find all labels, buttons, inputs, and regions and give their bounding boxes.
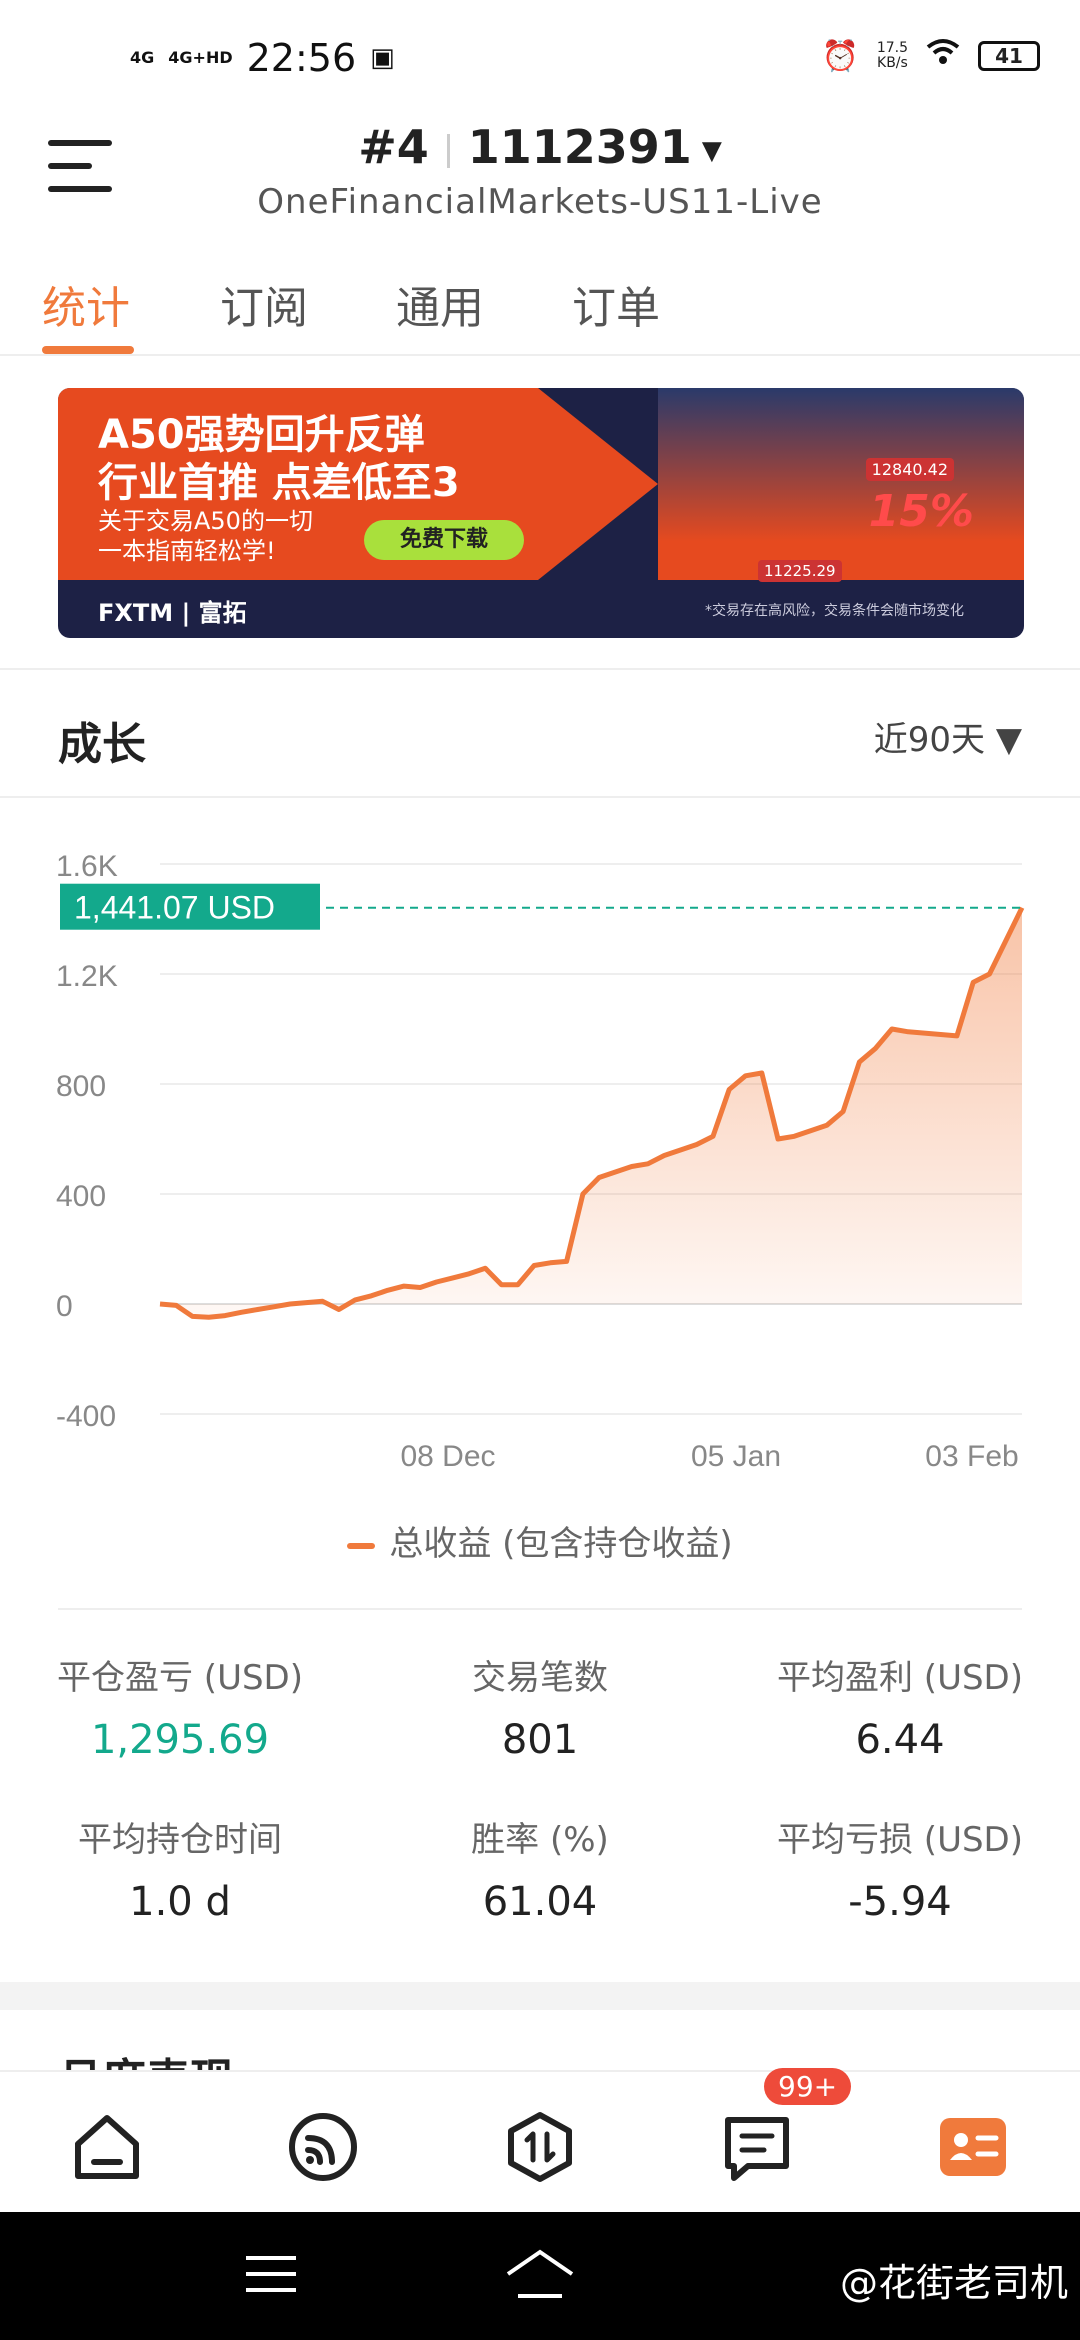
status-right: ⏰ 17.5 KB/s 41 <box>821 38 1040 74</box>
x-tick-label: 05 Jan <box>691 1440 781 1473</box>
chart-legend[interactable]: 总收益 (包含持仓收益) <box>0 1516 1080 1565</box>
stat-avg-profit: 平均盈利 (USD) 6.44 <box>720 1650 1080 1763</box>
signal-feed-icon[interactable] <box>286 2110 360 2184</box>
x-tick-label: 08 Dec <box>400 1440 495 1473</box>
stat-value: 1,295.69 <box>90 1717 270 1763</box>
divider <box>58 1608 1022 1610</box>
stat-value: 801 <box>501 1717 579 1763</box>
banner-percent: 15% <box>868 486 974 537</box>
stat-closed-pl: 平仓盈亏 (USD) 1,295.69 <box>0 1650 360 1763</box>
clock: 22:56 <box>246 36 357 80</box>
y-tick-label: 0 <box>56 1290 73 1323</box>
status-bar: 4G 4G+HD 22:56 ▣ ⏰ 17.5 KB/s 41 <box>0 0 1080 110</box>
wifi-icon <box>926 38 960 74</box>
bottom-nav: 99+ <box>0 2068 1080 2212</box>
y-tick-label: 1.6K <box>56 850 118 883</box>
banner-headline-2: 行业首推 点差低至3 <box>98 460 460 506</box>
system-nav-bar: @花街老司机 <box>0 2212 1080 2340</box>
banner-subtext-2: 一本指南轻松学! <box>98 537 276 565</box>
current-value-label: 1,441.07 USD <box>74 890 275 926</box>
status-left: 4G 4G+HD 22:56 ▣ <box>130 36 395 80</box>
banner-brand: FXTM | 富拓 <box>98 599 247 627</box>
banner-price-high: 12840.42 <box>865 458 954 481</box>
account-selector[interactable]: #4 1112391 ▼ <box>0 120 1080 174</box>
battery-icon: 41 <box>978 41 1040 71</box>
y-tick-label: 800 <box>56 1070 106 1103</box>
speed-value: 17.5 <box>876 40 908 56</box>
stat-value: 1.0 d <box>129 1879 231 1925</box>
signal-2-icon: 4G+HD <box>168 48 233 67</box>
caret-down-icon: ▼ <box>701 135 722 166</box>
banner-city-image <box>658 388 1024 580</box>
account-index: #4 <box>358 120 429 174</box>
stat-label: 胜率 (%) <box>471 1820 609 1860</box>
y-tick-label: 400 <box>56 1180 106 1213</box>
stat-label: 平均亏损 (USD) <box>777 1820 1023 1860</box>
divider <box>0 796 1080 798</box>
stat-win-rate: 胜率 (%) 61.04 <box>360 1812 720 1925</box>
stat-trade-count: 交易笔数 801 <box>360 1650 720 1763</box>
signal-1-icon: 4G <box>130 48 155 67</box>
system-home-icon[interactable] <box>504 2248 576 2302</box>
tab-orders[interactable]: 订单 <box>572 272 660 336</box>
watermark: @花街老司机 <box>839 2261 1068 2305</box>
stat-value: -5.94 <box>848 1879 952 1925</box>
stat-label: 交易笔数 <box>472 1658 608 1698</box>
tab-active-indicator <box>42 346 134 354</box>
y-tick-label: -400 <box>56 1400 116 1433</box>
growth-chart: 1.6K 1.2K 800 400 0 -400 08 Dec 05 Jan 03 Feb 1,4… <box>56 850 1025 1473</box>
banner-disclaimer: *交易存在高风险，交易条件会随市场变化 <box>705 603 964 619</box>
section-gap <box>0 1982 1080 2010</box>
tab-bar: 统计 订阅 通用 订单 <box>0 260 1080 356</box>
x-tick-label: 03 Feb <box>925 1440 1018 1473</box>
network-speed: 17.5 KB/s <box>877 41 908 71</box>
alarm-icon: ⏰ <box>821 38 859 74</box>
banner-subtext-1: 关于交易A50的一切 <box>98 507 313 535</box>
stat-value: 6.44 <box>855 1717 945 1763</box>
legend-label: 总收益 (包含持仓收益) <box>389 1524 733 1564</box>
series-area <box>160 907 1022 1318</box>
stat-avg-hold-time: 平均持仓时间 1.0 d <box>0 1812 360 1925</box>
tab-statistics[interactable]: 统计 <box>42 272 130 336</box>
app-notification-icon: ▣ <box>370 43 395 73</box>
account-header: #4 1112391 ▼ OneFinancialMarkets-US11-Live <box>0 110 1080 250</box>
y-tick-label: 1.2K <box>56 960 118 993</box>
stat-label: 平均盈利 (USD) <box>777 1658 1023 1698</box>
stat-label: 平仓盈亏 (USD) <box>57 1658 303 1698</box>
tab-general[interactable]: 通用 <box>396 272 484 336</box>
legend-swatch <box>347 1542 376 1549</box>
ad-banner[interactable]: A50强势回升反弹 行业首推 点差低至3 关于交易A50的一切 一本指南轻松学!… <box>58 388 1024 638</box>
stat-value: 61.04 <box>482 1879 598 1925</box>
banner-subtext: 关于交易A50的一切 一本指南轻松学! <box>98 506 313 566</box>
stat-avg-loss: 平均亏损 (USD) -5.94 <box>720 1812 1080 1925</box>
stat-label: 平均持仓时间 <box>78 1820 282 1860</box>
account-number: 1112391 <box>467 120 692 174</box>
trade-icon[interactable] <box>503 2110 577 2184</box>
banner-download-button[interactable]: 免费下载 <box>364 520 524 560</box>
messages-icon[interactable] <box>720 2110 794 2184</box>
recents-icon[interactable] <box>244 2252 298 2296</box>
tab-subscribe[interactable]: 订阅 <box>220 272 308 336</box>
messages-badge: 99+ <box>764 2068 852 2105</box>
growth-title: 成长 <box>58 719 146 770</box>
profile-card-icon[interactable] <box>936 2110 1010 2184</box>
banner-price-low: 11225.29 <box>758 560 842 582</box>
home-icon[interactable] <box>70 2110 144 2184</box>
server-name: OneFinancialMarkets-US11-Live <box>257 182 823 222</box>
divider <box>0 668 1080 670</box>
range-dropdown[interactable]: 近90天 ▼ <box>874 712 1022 761</box>
speed-unit: KB/s <box>877 55 908 71</box>
